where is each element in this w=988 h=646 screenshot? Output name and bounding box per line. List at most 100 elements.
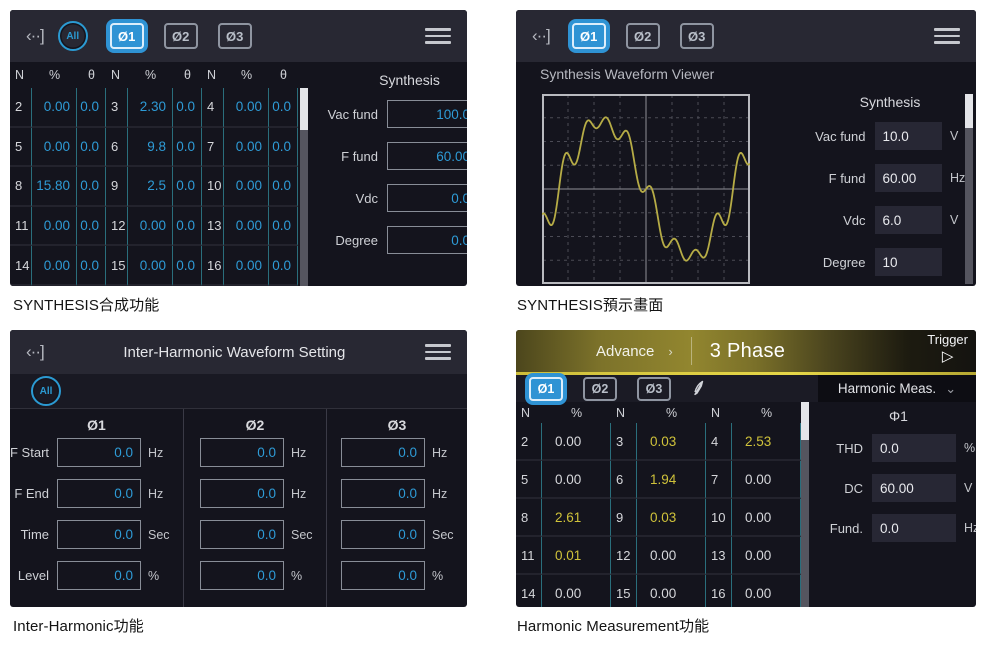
back-icon[interactable]: ‹··] — [26, 342, 44, 362]
phase-tab-3[interactable]: Ø3 — [637, 377, 671, 401]
f-fund-field[interactable]: 60.00 — [875, 164, 943, 192]
field-row: 0.0Sec — [327, 520, 467, 549]
titlebar: ‹··] All Ø1 Ø2 Ø3 — [10, 10, 467, 62]
vac-fund-field[interactable]: 100.0 — [387, 100, 467, 128]
theta-cell[interactable]: 0.0 — [269, 88, 298, 128]
theta-cell[interactable]: 0.0 — [77, 167, 106, 207]
theta-cell[interactable]: 0.0 — [173, 167, 202, 207]
percent-cell[interactable]: 0.00 — [128, 246, 173, 286]
percent-cell[interactable]: 0.00 — [224, 88, 269, 128]
theta-cell[interactable]: 0.0 — [77, 207, 106, 247]
percent-cell[interactable]: 2.5 — [128, 167, 173, 207]
back-icon[interactable]: ‹··] — [26, 26, 44, 46]
theta-cell[interactable]: 0.0 — [173, 246, 202, 286]
vdc-field[interactable]: 6.0 — [875, 206, 943, 234]
f-fund-field[interactable]: 60.00 — [387, 142, 467, 170]
phase-tab-1[interactable]: Ø1 — [110, 23, 144, 49]
percent-cell[interactable]: 0.00 — [32, 88, 77, 128]
percent-cell[interactable]: 0.00 — [224, 167, 269, 207]
edit-pencil-icon[interactable] — [689, 379, 709, 399]
breadcrumb-divider — [691, 337, 692, 365]
breadcrumb-menu[interactable]: Advance — [596, 343, 654, 360]
phase-tab-3[interactable]: Ø3 — [680, 23, 714, 49]
dc-field[interactable]: 60.00 — [872, 474, 956, 502]
table-scrollbar[interactable] — [801, 402, 809, 607]
percent-cell[interactable]: 0.00 — [224, 128, 269, 168]
harmonics-table: N%θN%θN%θ20.000.032.300.040.000.050.000.… — [10, 62, 300, 286]
percent-cell[interactable]: 0.00 — [128, 207, 173, 247]
inter-harmonic-columns: Ø1F Start0.0HzF End0.0HzTime0.0SecLevel0… — [10, 409, 467, 607]
theta-cell[interactable]: 0.0 — [173, 88, 202, 128]
panel-scrollbar[interactable] — [965, 94, 973, 284]
side-panel-title: Synthesis — [316, 72, 467, 88]
field-row: Level0.0% — [10, 561, 183, 590]
scrollbar-thumb[interactable] — [300, 88, 308, 130]
value-field[interactable]: 0.0 — [200, 561, 284, 590]
phase-tab-2[interactable]: Ø2 — [164, 23, 198, 49]
value-field[interactable]: 0.0 — [200, 479, 284, 508]
value-field[interactable]: 0.0 — [200, 438, 284, 467]
menu-icon[interactable] — [934, 28, 960, 44]
unit-label: Hz — [291, 446, 317, 460]
scrollbar-thumb[interactable] — [965, 94, 973, 128]
theta-cell[interactable]: 0.0 — [77, 88, 106, 128]
scrollbar-thumb[interactable] — [801, 402, 809, 440]
value-field[interactable]: 0.0 — [341, 479, 425, 508]
value-field[interactable]: 0.0 — [57, 561, 141, 590]
theta-cell[interactable]: 0.0 — [269, 246, 298, 286]
theta-cell[interactable]: 0.0 — [269, 207, 298, 247]
thd-field[interactable]: 0.0 — [872, 434, 956, 462]
measurement-mode-dropdown[interactable]: Harmonic Meas. ⌄ — [818, 375, 976, 402]
menu-icon[interactable] — [425, 344, 451, 360]
theta-cell[interactable]: 0.0 — [173, 128, 202, 168]
percent-cell[interactable]: 0.00 — [224, 246, 269, 286]
phase-tab-1[interactable]: Ø1 — [572, 23, 606, 49]
value-field[interactable]: 0.0 — [57, 438, 141, 467]
percent-cell[interactable]: 15.80 — [32, 167, 77, 207]
degree-field[interactable]: 10 — [875, 248, 943, 276]
synthesis-fields: Vac fund10.0VF fund60.00HzVdc6.0VDegree1… — [814, 122, 966, 276]
unit-label: Sec — [291, 528, 317, 542]
phase-tab-group: Ø1 Ø2 Ø3 — [529, 377, 671, 401]
vac-fund-field[interactable]: 10.0 — [875, 122, 943, 150]
value-field[interactable]: 0.0 — [200, 520, 284, 549]
vdc-field[interactable]: 0.0 — [387, 184, 467, 212]
back-icon[interactable]: ‹··] — [532, 26, 550, 46]
theta-cell[interactable]: 0.0 — [77, 128, 106, 168]
all-phases-button[interactable]: All — [31, 376, 61, 406]
value-field[interactable]: 0.0 — [341, 520, 425, 549]
phase-tab-1[interactable]: Ø1 — [529, 377, 563, 401]
percent-cell[interactable]: 2.30 — [128, 88, 173, 128]
f-fund-label: F fund — [316, 149, 378, 164]
theta-cell[interactable]: 0.0 — [77, 246, 106, 286]
value-field[interactable]: 0.0 — [341, 438, 425, 467]
theta-cell[interactable]: 0.0 — [269, 128, 298, 168]
phase-tab-2[interactable]: Ø2 — [626, 23, 660, 49]
phase-tab-3[interactable]: Ø3 — [218, 23, 252, 49]
table-scrollbar[interactable] — [300, 88, 308, 286]
trigger-control[interactable]: Trigger ▷ — [927, 332, 968, 367]
percent-cell[interactable]: 0.00 — [224, 207, 269, 247]
menu-icon[interactable] — [425, 28, 451, 44]
synthesis-fields: Vac fund100.0VF fund60.00HzVdc0.0VDegree… — [316, 100, 467, 254]
harmonic-order-cell: 10 — [202, 167, 224, 207]
field-row: 0.0 Sec — [184, 520, 326, 549]
page-title: 3 Phase — [710, 340, 786, 363]
degree-field[interactable]: 0.0 — [387, 226, 467, 254]
fund-field[interactable]: 0.0 — [872, 514, 956, 542]
percent-cell[interactable]: 9.8 — [128, 128, 173, 168]
percent-cell[interactable]: 0.00 — [32, 207, 77, 247]
percent-cell[interactable]: 0.00 — [32, 246, 77, 286]
unit-label: V — [950, 213, 966, 227]
value-field[interactable]: 0.0 — [57, 479, 141, 508]
trigger-play-icon[interactable]: ▷ — [927, 348, 968, 367]
value-field[interactable]: 0.0 — [57, 520, 141, 549]
harmonic-order-cell: 6 — [106, 128, 128, 168]
theta-cell[interactable]: 0.0 — [269, 167, 298, 207]
theta-cell[interactable]: 0.0 — [173, 207, 202, 247]
all-phases-button[interactable]: All — [58, 21, 88, 51]
percent-value-cell: 0.00 — [542, 461, 611, 499]
percent-cell[interactable]: 0.00 — [32, 128, 77, 168]
phase-tab-2[interactable]: Ø2 — [583, 377, 617, 401]
value-field[interactable]: 0.0 — [341, 561, 425, 590]
